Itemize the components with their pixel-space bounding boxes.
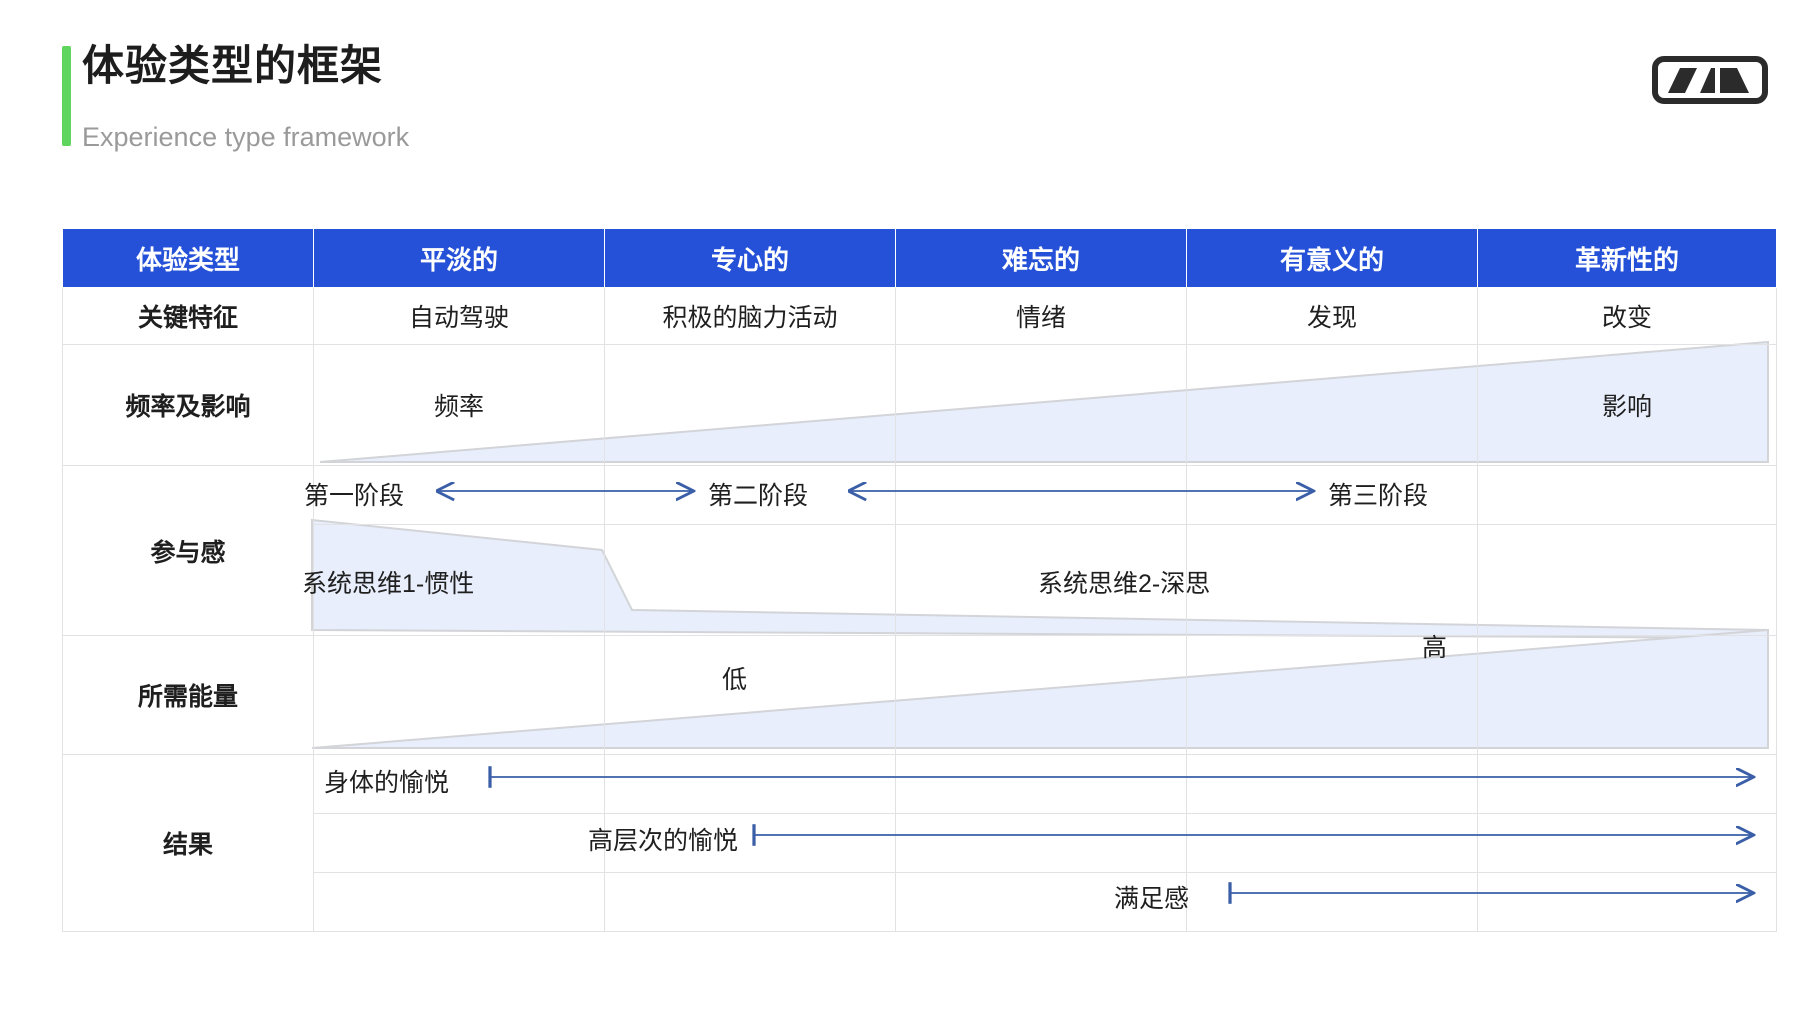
page-title: 体验类型的框架 xyxy=(82,42,384,89)
cell-key-feature-memorable: 情绪 xyxy=(895,287,1187,345)
system-thinking-label-1: 系统思维1-惯性 xyxy=(302,570,475,598)
cell-system-2 xyxy=(604,524,896,636)
cell-outcome2-5 xyxy=(1477,813,1777,873)
row-label-frequency-impact: 频率及影响 xyxy=(62,344,314,466)
cell-outcome2-3 xyxy=(895,813,1187,873)
cell-impact: 影响 xyxy=(1477,344,1777,466)
cell-frequency: 频率 xyxy=(313,344,605,466)
cell-frequency-blank-2 xyxy=(895,344,1187,466)
header-cell-plain[interactable]: 平淡的 xyxy=(313,228,605,288)
cell-energy-3 xyxy=(895,635,1187,755)
cell-system-5 xyxy=(1477,524,1777,636)
cell-frequency-blank-1 xyxy=(604,344,896,466)
outcome-label-higher: 高层次的愉悦 xyxy=(588,827,739,855)
cell-system-4 xyxy=(1186,524,1478,636)
brand-logo-icon xyxy=(1652,56,1768,104)
outcome-label-bodily: 身体的愉悦 xyxy=(324,769,450,797)
cell-key-feature-innovative: 改变 xyxy=(1477,287,1777,345)
header-cell-meaningful[interactable]: 有意义的 xyxy=(1186,228,1478,288)
table-row-energy-required: 所需能量 xyxy=(62,635,1777,755)
header-cell-memorable[interactable]: 难忘的 xyxy=(895,228,1187,288)
cell-outcome1-3 xyxy=(895,754,1187,814)
page-subtitle: Experience type framework xyxy=(82,122,410,152)
cell-outcome3-5 xyxy=(1477,872,1777,932)
row-label-engagement: 参与感 xyxy=(62,465,314,636)
cell-outcome3-2 xyxy=(604,872,896,932)
cell-frequency-blank-3 xyxy=(1186,344,1478,466)
cell-key-feature-meaningful: 发现 xyxy=(1186,287,1478,345)
table-row-outcome-1: 结果 xyxy=(62,754,1777,932)
header-cell-innovative[interactable]: 革新性的 xyxy=(1477,228,1777,288)
cell-outcome2-4 xyxy=(1186,813,1478,873)
cell-key-feature-focused: 积极的脑力活动 xyxy=(604,287,896,345)
cell-energy-2 xyxy=(604,635,896,755)
page-header: 体验类型的框架 Experience type framework xyxy=(0,0,1800,170)
table-row-frequency-impact: 频率及影响 频率 影响 xyxy=(62,344,1777,466)
cell-key-feature-plain: 自动驾驶 xyxy=(313,287,605,345)
cell-outcome3-1 xyxy=(313,872,605,932)
system-thinking-label-2: 系统思维2-深思 xyxy=(1038,570,1211,598)
row-label-key-feature: 关键特征 xyxy=(62,287,314,345)
stage-label-3: 第三阶段 xyxy=(1328,482,1429,510)
table-row-key-feature: 关键特征 自动驾驶 积极的脑力活动 情绪 发现 改变 xyxy=(62,287,1777,345)
header-cell-focused[interactable]: 专心的 xyxy=(604,228,896,288)
cell-outcome1-4 xyxy=(1186,754,1478,814)
energy-high-label: 高 xyxy=(1422,634,1448,662)
impact-label: 影响 xyxy=(1601,393,1652,421)
framework-table: 体验类型 平淡的 专心的 难忘的 有意义的 革新性的 关键特征 自动驾驶 积极的… xyxy=(62,228,1777,976)
table-row-outcome-3 xyxy=(63,872,1777,932)
outcome-label-fulfilment: 满足感 xyxy=(1114,885,1190,913)
cell-outcome1-5 xyxy=(1477,754,1777,814)
stage-label-2: 第二阶段 xyxy=(708,482,809,510)
cell-outcome2-1 xyxy=(313,813,605,873)
accent-bar xyxy=(62,46,71,146)
frequency-label: 频率 xyxy=(433,393,484,421)
cell-energy-5 xyxy=(1477,635,1777,755)
table-row-outcome-2 xyxy=(63,813,1777,873)
stage-label-1: 第一阶段 xyxy=(304,482,405,510)
energy-low-label: 低 xyxy=(722,666,748,694)
header-cell-type[interactable]: 体验类型 xyxy=(62,228,314,288)
cell-outcome3-4 xyxy=(1186,872,1478,932)
cell-stage-3 xyxy=(895,465,1187,525)
cell-energy-1 xyxy=(313,635,605,755)
row-label-energy-required: 所需能量 xyxy=(62,635,314,755)
cell-stage-5 xyxy=(1477,465,1777,525)
row-label-outcome: 结果 xyxy=(62,754,314,932)
cell-outcome1-2 xyxy=(604,754,896,814)
table-header-row: 体验类型 平淡的 专心的 难忘的 有意义的 革新性的 xyxy=(62,228,1777,288)
